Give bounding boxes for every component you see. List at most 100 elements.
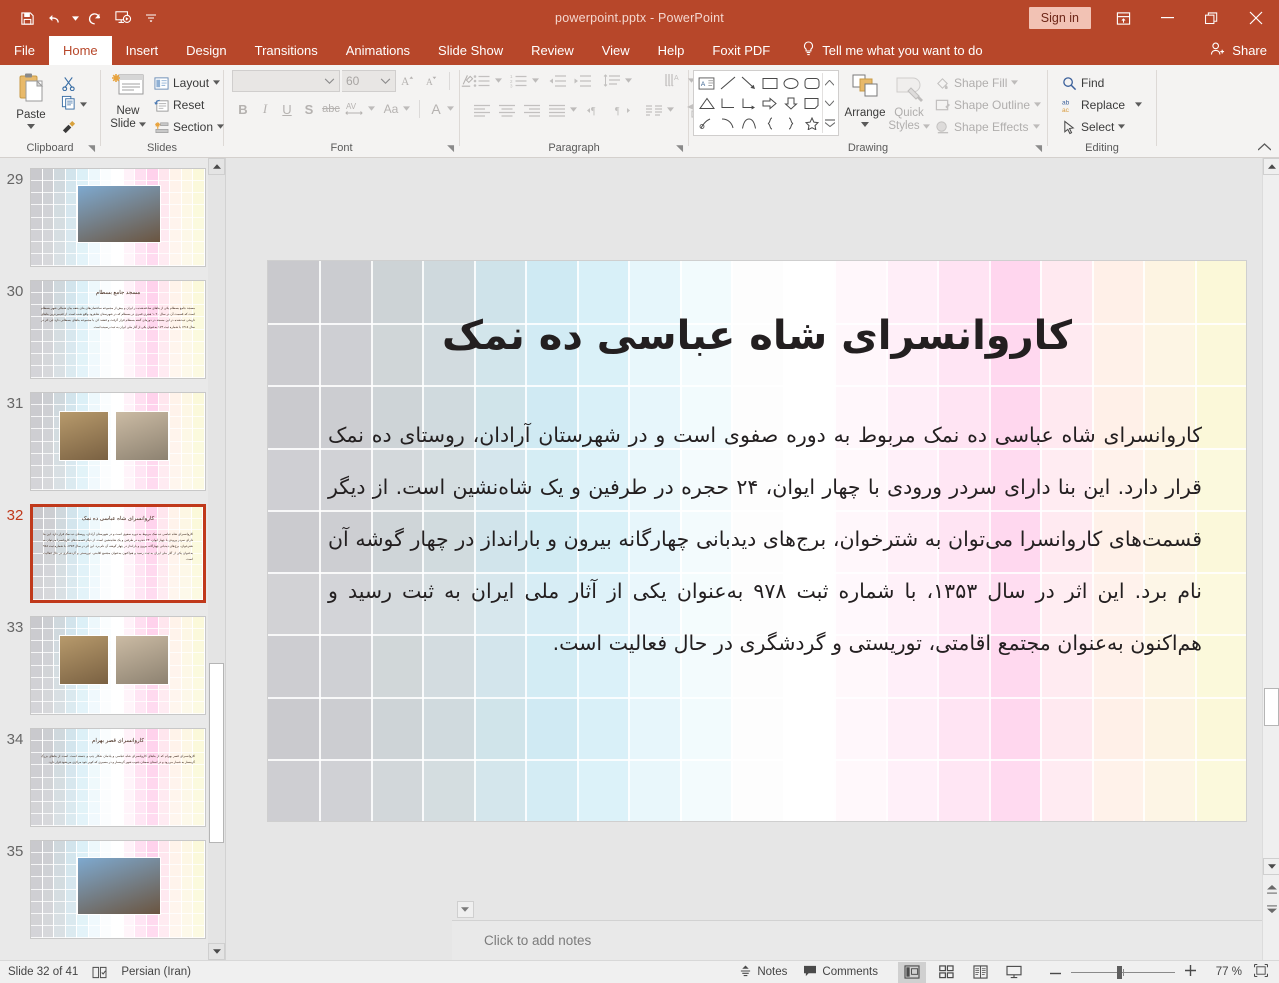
next-slide-button[interactable] <box>1263 900 1279 918</box>
copy-dropdown-icon[interactable] <box>80 102 87 109</box>
tab-transitions[interactable]: Transitions <box>241 36 332 65</box>
slide-counter[interactable]: Slide 32 of 41 <box>8 966 78 978</box>
slide-thumbnail-preview[interactable] <box>30 840 206 939</box>
slide-scroll-up-icon[interactable] <box>1263 158 1279 175</box>
start-presentation-icon[interactable] <box>110 5 136 31</box>
decrease-indent-button[interactable] <box>545 70 569 92</box>
shape-elbow-connector-icon[interactable] <box>717 93 738 113</box>
bullets-button[interactable] <box>470 70 494 92</box>
zoom-percent-label[interactable]: 77 % <box>1206 966 1242 978</box>
shape-text-box-icon[interactable]: A <box>696 73 717 93</box>
slide-thumbnail-item[interactable]: 29 <box>0 164 225 276</box>
fit-slide-to-window-button[interactable] <box>1248 964 1273 980</box>
section-button[interactable]: Section <box>150 116 228 138</box>
align-center-button[interactable] <box>495 99 519 121</box>
drawing-dialog-launcher[interactable]: ◥ <box>1035 143 1042 154</box>
slide-thumbnail-item[interactable]: 35 <box>0 836 225 948</box>
slide-thumbnail-preview[interactable] <box>30 616 206 715</box>
tab-file[interactable]: File <box>0 36 49 65</box>
shape-folded-corner-icon[interactable] <box>801 93 822 113</box>
restore-icon[interactable] <box>1189 3 1233 33</box>
undo-dropdown-icon[interactable] <box>70 5 80 31</box>
paste-button[interactable]: Paste <box>5 70 57 131</box>
tab-help[interactable]: Help <box>644 36 699 65</box>
font-color-button[interactable]: A <box>425 98 447 120</box>
ltr-text-direction-button[interactable]: ¶ <box>583 99 609 121</box>
find-button[interactable]: Find <box>1058 72 1146 94</box>
paragraph-dialog-launcher[interactable]: ◥ <box>676 143 683 154</box>
shape-down-arrow-icon[interactable] <box>780 93 801 113</box>
slide-scroll-down-icon[interactable] <box>1263 858 1279 875</box>
font-dialog-launcher[interactable]: ◥ <box>447 143 454 154</box>
slide-thumbnail-preview[interactable]: کاروانسرای قصر بهرامکاروانسرای قصر بهرام… <box>30 728 206 827</box>
slide-thumbnail-item[interactable]: 34کاروانسرای قصر بهرامکاروانسرای قصر بهر… <box>0 724 225 836</box>
notes-collapse-control[interactable] <box>452 898 478 920</box>
slide-sorter-view-button[interactable] <box>932 962 960 983</box>
notes-pane[interactable]: Click to add notes <box>452 920 1262 960</box>
shape-arrow-icon[interactable] <box>738 73 759 93</box>
slide-thumbnail-preview[interactable] <box>30 392 206 491</box>
slide-thumbnail-preview[interactable] <box>30 168 206 267</box>
shapes-scroll-up-icon[interactable] <box>823 73 836 93</box>
zoom-in-button[interactable] <box>1181 965 1200 979</box>
shape-effects-button[interactable]: Shape Effects <box>931 116 1045 138</box>
slide-body-placeholder[interactable]: کاروانسرای شاه عباسی ده نمک مربوط به دور… <box>328 409 1202 669</box>
thumbnails-scroll-up-icon[interactable] <box>208 158 225 175</box>
shape-elbow-arrow-connector-icon[interactable] <box>738 93 759 113</box>
shape-left-brace-icon[interactable] <box>759 113 780 133</box>
new-slide-button[interactable]: New Slide <box>106 70 150 133</box>
font-size-combo[interactable]: 60 <box>342 70 396 92</box>
slide-thumbnail-item[interactable]: 30مسجد جامع بسطاممسجد جامع بسطام یکی از … <box>0 276 225 388</box>
tell-me-box[interactable]: Tell me what you want to do <box>802 36 982 65</box>
columns-button[interactable] <box>642 99 666 121</box>
collapse-ribbon-icon[interactable] <box>1258 143 1271 154</box>
customize-qat-icon[interactable] <box>138 5 164 31</box>
notes-button[interactable]: Notes <box>739 965 787 980</box>
shape-rounded-rectangle-icon[interactable] <box>801 73 822 93</box>
zoom-out-button[interactable] <box>1046 966 1065 978</box>
reset-button[interactable]: Reset <box>150 94 228 116</box>
ribbon-display-options-icon[interactable] <box>1101 3 1145 33</box>
minimize-icon[interactable] <box>1145 3 1189 33</box>
slide-pane-scrollbar[interactable] <box>1262 158 1279 960</box>
tab-view[interactable]: View <box>588 36 644 65</box>
arrange-button[interactable]: Arrange <box>843 70 887 129</box>
thumbnails-scroll-down-icon[interactable] <box>208 943 225 960</box>
font-name-combo[interactable] <box>232 70 340 92</box>
decrease-font-size-button[interactable]: A <box>422 70 444 92</box>
shape-right-brace-icon[interactable] <box>780 113 801 133</box>
shape-outline-button[interactable]: Shape Outline <box>931 94 1045 116</box>
slide-thumbnail-item[interactable]: 31 <box>0 388 225 500</box>
shapes-more-icon[interactable] <box>823 113 836 133</box>
justify-button[interactable] <box>545 99 569 121</box>
tab-foxit-pdf[interactable]: Foxit PDF <box>698 36 784 65</box>
format-painter-button[interactable] <box>57 116 91 138</box>
quick-styles-button[interactable]: Quick Styles <box>887 70 931 135</box>
language-indicator[interactable]: Persian (Iran) <box>121 966 191 978</box>
shape-fill-button[interactable]: Shape Fill <box>931 72 1045 94</box>
slide-scroll-thumb[interactable] <box>1264 688 1279 726</box>
slide-thumbnail-item[interactable]: 32کاروانسرای شاه عباسی ده نمککاروانسرای … <box>0 500 225 612</box>
rtl-text-direction-button[interactable]: ¶ <box>610 99 636 121</box>
tab-slide-show[interactable]: Slide Show <box>424 36 517 65</box>
shape-right-arrow-icon[interactable] <box>759 93 780 113</box>
comments-button[interactable]: Comments <box>803 965 878 980</box>
layout-button[interactable]: Layout <box>150 72 228 94</box>
shapes-gallery-scrollbar[interactable] <box>822 73 836 133</box>
slide-thumbnail-preview[interactable]: کاروانسرای شاه عباسی ده نمککاروانسرای شا… <box>30 504 206 603</box>
shapes-gallery[interactable]: A <box>693 70 839 136</box>
shape-line-icon[interactable] <box>717 73 738 93</box>
copy-button[interactable] <box>61 95 76 115</box>
tab-insert[interactable]: Insert <box>112 36 173 65</box>
share-label[interactable]: Share <box>1232 43 1267 58</box>
bold-button[interactable]: B <box>232 98 254 120</box>
slide-title-placeholder[interactable]: کاروانسرای شاه عباسی ده نمک <box>312 313 1202 359</box>
tab-design[interactable]: Design <box>172 36 240 65</box>
shapes-scroll-down-icon[interactable] <box>823 93 836 113</box>
character-spacing-button[interactable]: AV <box>342 98 368 120</box>
notes-collapse-icon[interactable] <box>457 901 474 918</box>
replace-button[interactable]: abac Replace <box>1058 94 1146 116</box>
strikethrough-button[interactable]: abc <box>320 98 342 120</box>
select-button[interactable]: Select <box>1058 116 1146 138</box>
shape-arc-icon[interactable] <box>738 113 759 133</box>
